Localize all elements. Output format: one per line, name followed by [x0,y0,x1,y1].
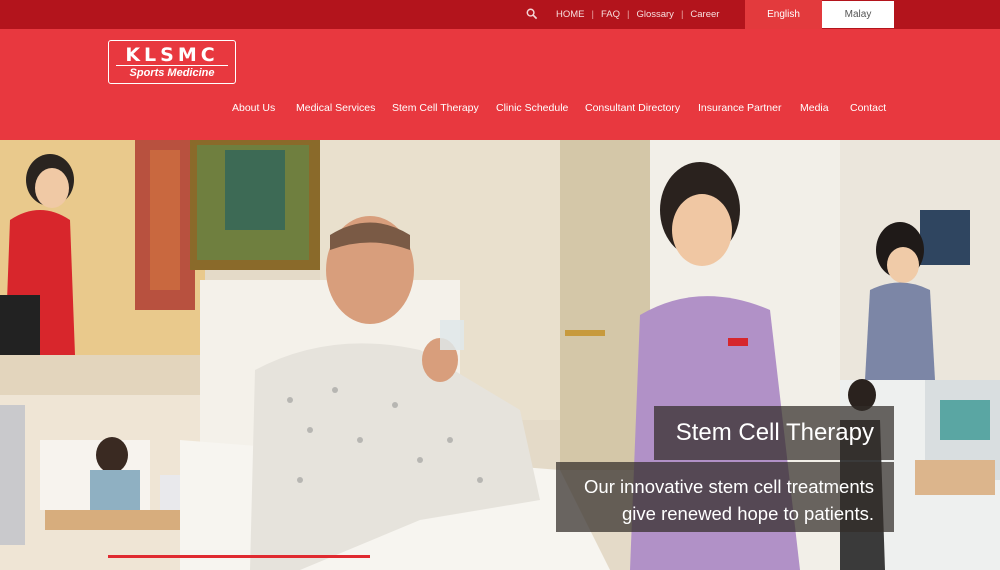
util-link-glossary[interactable]: Glossary [632,9,677,20]
logo-tagline: Sports Medicine [129,67,215,79]
util-link-home[interactable]: HOME [552,9,589,20]
separator: | [626,9,630,20]
hero-title: Stem Cell Therapy [654,406,894,460]
nav-consultant-directory[interactable]: Consultant Directory [585,102,680,114]
search-icon[interactable] [526,8,538,20]
logo-wordmark: KLSMC [125,44,219,66]
separator: | [591,9,594,20]
language-english-button[interactable]: English [745,0,822,29]
language-malay-button[interactable]: Malay [822,1,894,28]
logo-divider [116,65,228,66]
site-logo[interactable]: KLSMC Sports Medicine [108,40,236,84]
separator: | [680,9,684,20]
nav-insurance-partner[interactable]: Insurance Partner [698,102,781,114]
nav-clinic-schedule[interactable]: Clinic Schedule [496,102,568,114]
slider-progress-bar [108,555,370,558]
nav-contact[interactable]: Contact [850,102,886,114]
hero-subtitle: Our innovative stem cell treatments give… [556,462,894,532]
util-link-faq[interactable]: FAQ [597,9,624,20]
util-link-career[interactable]: Career [686,9,723,20]
nav-medical-services[interactable]: Medical Services [296,102,375,114]
nav-media[interactable]: Media [800,102,829,114]
nav-about-us[interactable]: About Us [232,102,275,114]
nav-stem-cell-therapy[interactable]: Stem Cell Therapy [392,102,479,114]
hero-subtitle-line1: Our innovative stem cell treatments [584,476,874,497]
hero-subtitle-line2: give renewed hope to patients. [622,503,874,524]
utility-links: HOME | FAQ | Glossary | Career [552,0,723,29]
